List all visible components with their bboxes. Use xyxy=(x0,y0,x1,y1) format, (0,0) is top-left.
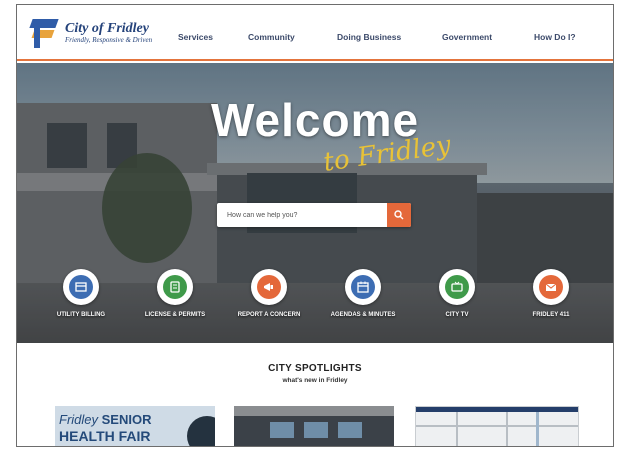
card-title-line2: HEALTH FAIR xyxy=(59,428,151,444)
spotlight-card-photo[interactable] xyxy=(234,406,394,446)
main-nav: Services Community Doing Business Govern… xyxy=(17,32,613,46)
page-frame: City of Fridley Friendly, Responsive & D… xyxy=(16,4,614,447)
quick-link-label: Report a Concern xyxy=(237,312,301,318)
megaphone-icon xyxy=(257,275,281,299)
search-input[interactable] xyxy=(217,203,387,227)
quick-link-label: Agendas & Minutes xyxy=(330,312,396,318)
nav-government[interactable]: Government xyxy=(442,32,492,42)
card-photo xyxy=(187,416,215,446)
nav-community[interactable]: Community xyxy=(248,32,295,42)
card-title-part: Fridley xyxy=(59,412,99,427)
site-search xyxy=(217,203,411,227)
spotlights-heading: CITY SPOTLIGHTS xyxy=(268,363,362,374)
search-button[interactable] xyxy=(387,203,411,227)
nav-how-do-i[interactable]: How Do I? xyxy=(534,32,576,42)
quick-link-agendas-minutes[interactable]: Agendas & Minutes xyxy=(318,269,408,319)
nav-services[interactable]: Services xyxy=(178,32,213,42)
quick-link-utility-billing[interactable]: Utility Billing xyxy=(36,269,126,319)
quick-links: Utility Billing License & Permits Report… xyxy=(17,269,613,339)
spotlights-subheading: what's new in Fridley xyxy=(282,377,348,384)
quick-link-license-permits[interactable]: License & Permits xyxy=(130,269,220,319)
spotlight-card-map[interactable] xyxy=(415,406,579,446)
license-permits-icon xyxy=(163,275,187,299)
utility-billing-icon xyxy=(69,275,93,299)
tv-icon xyxy=(445,275,469,299)
quick-link-report-concern[interactable]: Report a Concern xyxy=(224,269,314,319)
nav-doing-business[interactable]: Doing Business xyxy=(337,32,401,42)
search-icon xyxy=(394,210,404,220)
quick-link-fridley-411[interactable]: Fridley 411 xyxy=(506,269,596,319)
calendar-icon xyxy=(351,275,375,299)
mail-icon xyxy=(539,275,563,299)
quick-link-label: Fridley 411 xyxy=(532,312,570,318)
site-header: City of Fridley Friendly, Responsive & D… xyxy=(17,5,613,61)
quick-link-label: Utility Billing xyxy=(56,312,106,318)
welcome-title: Welcome xyxy=(210,94,420,146)
quick-link-label: License & Permits xyxy=(144,312,206,318)
quick-link-city-tv[interactable]: City TV xyxy=(412,269,502,319)
spotlight-card-health-fair[interactable]: Fridley SENIOR HEALTH FAIR xyxy=(55,406,215,446)
card-title-part: SENIOR xyxy=(101,412,152,427)
hero-banner: Welcome to Fridley Utility Billing xyxy=(17,63,613,343)
quick-link-label: City TV xyxy=(445,312,469,318)
